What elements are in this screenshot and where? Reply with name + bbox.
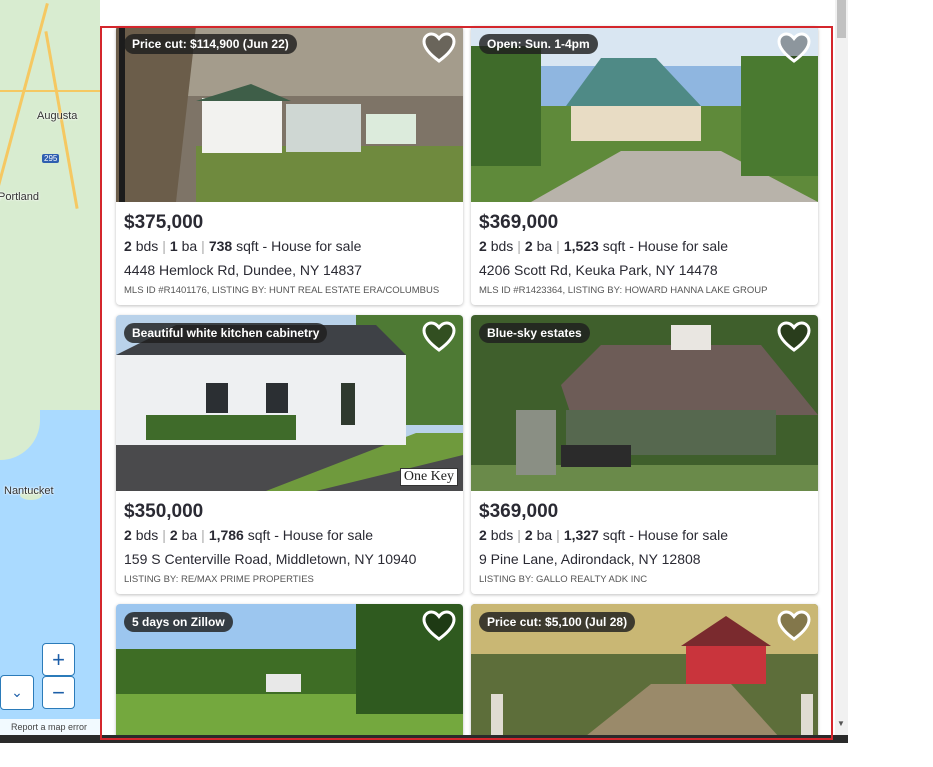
baths-unit: ba xyxy=(181,527,198,543)
onekey-mls-logo: One Key xyxy=(399,468,458,486)
listing-attribution: LISTING BY: GALLO REALTY ADK INC xyxy=(479,574,648,585)
listing-facts: 2 bds | 2 ba | 1,523 sqft - House for sale xyxy=(479,238,729,254)
listing-photo[interactable]: Price cut: $5,100 (Jul 28) xyxy=(471,604,818,735)
listing-results[interactable]: Price cut: $114,900 (Jun 22) $375,000 2 … xyxy=(100,0,835,735)
listing-card[interactable]: Price cut: $5,100 (Jul 28) xyxy=(471,604,818,735)
listing-photo[interactable]: Beautiful white kitchen cabinetry One Ke… xyxy=(116,315,463,491)
map-road xyxy=(0,90,100,92)
heart-outline-icon[interactable] xyxy=(776,319,812,355)
baths-unit: ba xyxy=(536,238,553,254)
listing-badge: Beautiful white kitchen cabinetry xyxy=(124,323,328,343)
listing-photo[interactable]: Blue-sky estates xyxy=(471,315,818,491)
beds-count: 2 xyxy=(124,238,132,254)
listing-attribution: MLS ID #R1401176, LISTING BY: HUNT REAL … xyxy=(124,285,440,296)
listing-badge: Price cut: $5,100 (Jul 28) xyxy=(479,612,636,632)
beds-unit: bds xyxy=(135,238,159,254)
listing-photo[interactable]: Price cut: $114,900 (Jun 22) xyxy=(116,26,463,202)
zoom-out-button[interactable]: − xyxy=(42,676,75,709)
scrollbar-thumb[interactable] xyxy=(837,0,846,38)
listing-badge: Open: Sun. 1-4pm xyxy=(479,34,598,54)
map-label-portland: Portland xyxy=(0,191,39,203)
baths-unit: ba xyxy=(536,527,553,543)
home-type: - House for sale xyxy=(274,527,374,543)
screen: Augusta 295 Portland Nantucket + − ⌄ Rep… xyxy=(0,0,933,767)
listing-badge: 5 days on Zillow xyxy=(124,612,233,632)
minus-icon: − xyxy=(52,680,65,705)
listing-address[interactable]: 4206 Scott Rd, Keuka Park, NY 14478 xyxy=(479,262,818,280)
listing-address[interactable]: 4448 Hemlock Rd, Dundee, NY 14837 xyxy=(124,262,463,280)
listing-facts: 2 bds | 2 ba | 1,786 sqft - House for sale xyxy=(124,527,374,543)
listing-card[interactable]: Open: Sun. 1-4pm $369,000 2 bds | 2 ba | 1,5… xyxy=(471,26,818,305)
listing-badge: Blue-sky estates xyxy=(479,323,590,343)
beds-unit: bds xyxy=(135,527,159,543)
listing-address[interactable]: 159 S Centerville Road, Middletown, NY 1… xyxy=(124,551,463,569)
map-panel[interactable]: Augusta 295 Portland Nantucket + − ⌄ Rep… xyxy=(0,0,100,735)
beds-count: 2 xyxy=(124,527,132,543)
baths-count: 2 xyxy=(169,527,178,543)
listing-badge: Price cut: $114,900 (Jun 22) xyxy=(124,34,297,54)
report-map-error-link[interactable]: Report a map error xyxy=(0,719,100,735)
sqft-unit: sqft xyxy=(602,238,626,254)
baths-count: 1 xyxy=(169,238,178,254)
scroll-down-arrow-icon[interactable]: ▼ xyxy=(837,719,845,728)
listing-attribution: MLS ID #R1423364, LISTING BY: HOWARD HAN… xyxy=(479,285,768,296)
baths-count: 2 xyxy=(524,238,533,254)
heart-outline-icon[interactable] xyxy=(776,30,812,66)
home-type: - House for sale xyxy=(629,527,729,543)
sqft-unit: sqft xyxy=(236,238,259,254)
heart-outline-icon[interactable] xyxy=(421,319,457,355)
listing-attribution: LISTING BY: RE/MAX PRIME PROPERTIES xyxy=(124,574,314,585)
map-label-nantucket: Nantucket xyxy=(4,485,54,497)
baths-unit: ba xyxy=(181,238,198,254)
map-type-button[interactable]: ⌄ xyxy=(0,675,34,710)
sqft-count: 1,523 xyxy=(563,238,599,254)
listing-facts: 2 bds | 2 ba | 1,327 sqft - House for sale xyxy=(479,527,729,543)
listing-card[interactable]: Blue-sky estates $369,000 2 bds | 2 ba | 1,3… xyxy=(471,315,818,594)
heart-outline-icon[interactable] xyxy=(776,608,812,644)
sqft-count: 1,327 xyxy=(563,527,599,543)
listing-photo[interactable]: 5 days on Zillow xyxy=(116,604,463,735)
baths-count: 2 xyxy=(524,527,533,543)
beds-unit: bds xyxy=(490,527,514,543)
sqft-count: 738 xyxy=(208,238,233,254)
home-type: - House for sale xyxy=(262,238,362,254)
heart-outline-icon[interactable] xyxy=(421,608,457,644)
home-type: - House for sale xyxy=(629,238,729,254)
map-land-cape xyxy=(0,380,40,460)
beds-count: 2 xyxy=(479,238,487,254)
chevron-down-icon: ⌄ xyxy=(11,684,23,700)
list-scrollbar[interactable]: ▼ xyxy=(835,0,848,735)
plus-icon: + xyxy=(52,647,65,672)
listing-card[interactable]: Beautiful white kitchen cabinetry One Ke… xyxy=(116,315,463,594)
listing-price: $369,000 xyxy=(479,501,559,522)
listing-card[interactable]: Price cut: $114,900 (Jun 22) $375,000 2 … xyxy=(116,26,463,305)
beds-unit: bds xyxy=(490,238,514,254)
beds-count: 2 xyxy=(479,527,487,543)
listing-address[interactable]: 9 Pine Lane, Adirondack, NY 12808 xyxy=(479,551,818,569)
taskbar-strip xyxy=(0,735,848,743)
listing-facts: 2 bds | 1 ba | 738 sqft - House for sale xyxy=(124,238,362,254)
listing-price: $375,000 xyxy=(124,212,204,233)
heart-outline-icon[interactable] xyxy=(421,30,457,66)
sqft-count: 1,786 xyxy=(208,527,244,543)
listing-card[interactable]: 5 days on Zillow xyxy=(116,604,463,735)
sqft-unit: sqft xyxy=(602,527,626,543)
zoom-in-button[interactable]: + xyxy=(42,643,75,676)
highway-shield: 295 xyxy=(42,154,60,163)
sqft-unit: sqft xyxy=(247,527,271,543)
map-label-augusta: Augusta xyxy=(37,110,78,122)
listing-price: $350,000 xyxy=(124,501,204,522)
listing-price: $369,000 xyxy=(479,212,559,233)
listing-photo[interactable]: Open: Sun. 1-4pm xyxy=(471,26,818,202)
